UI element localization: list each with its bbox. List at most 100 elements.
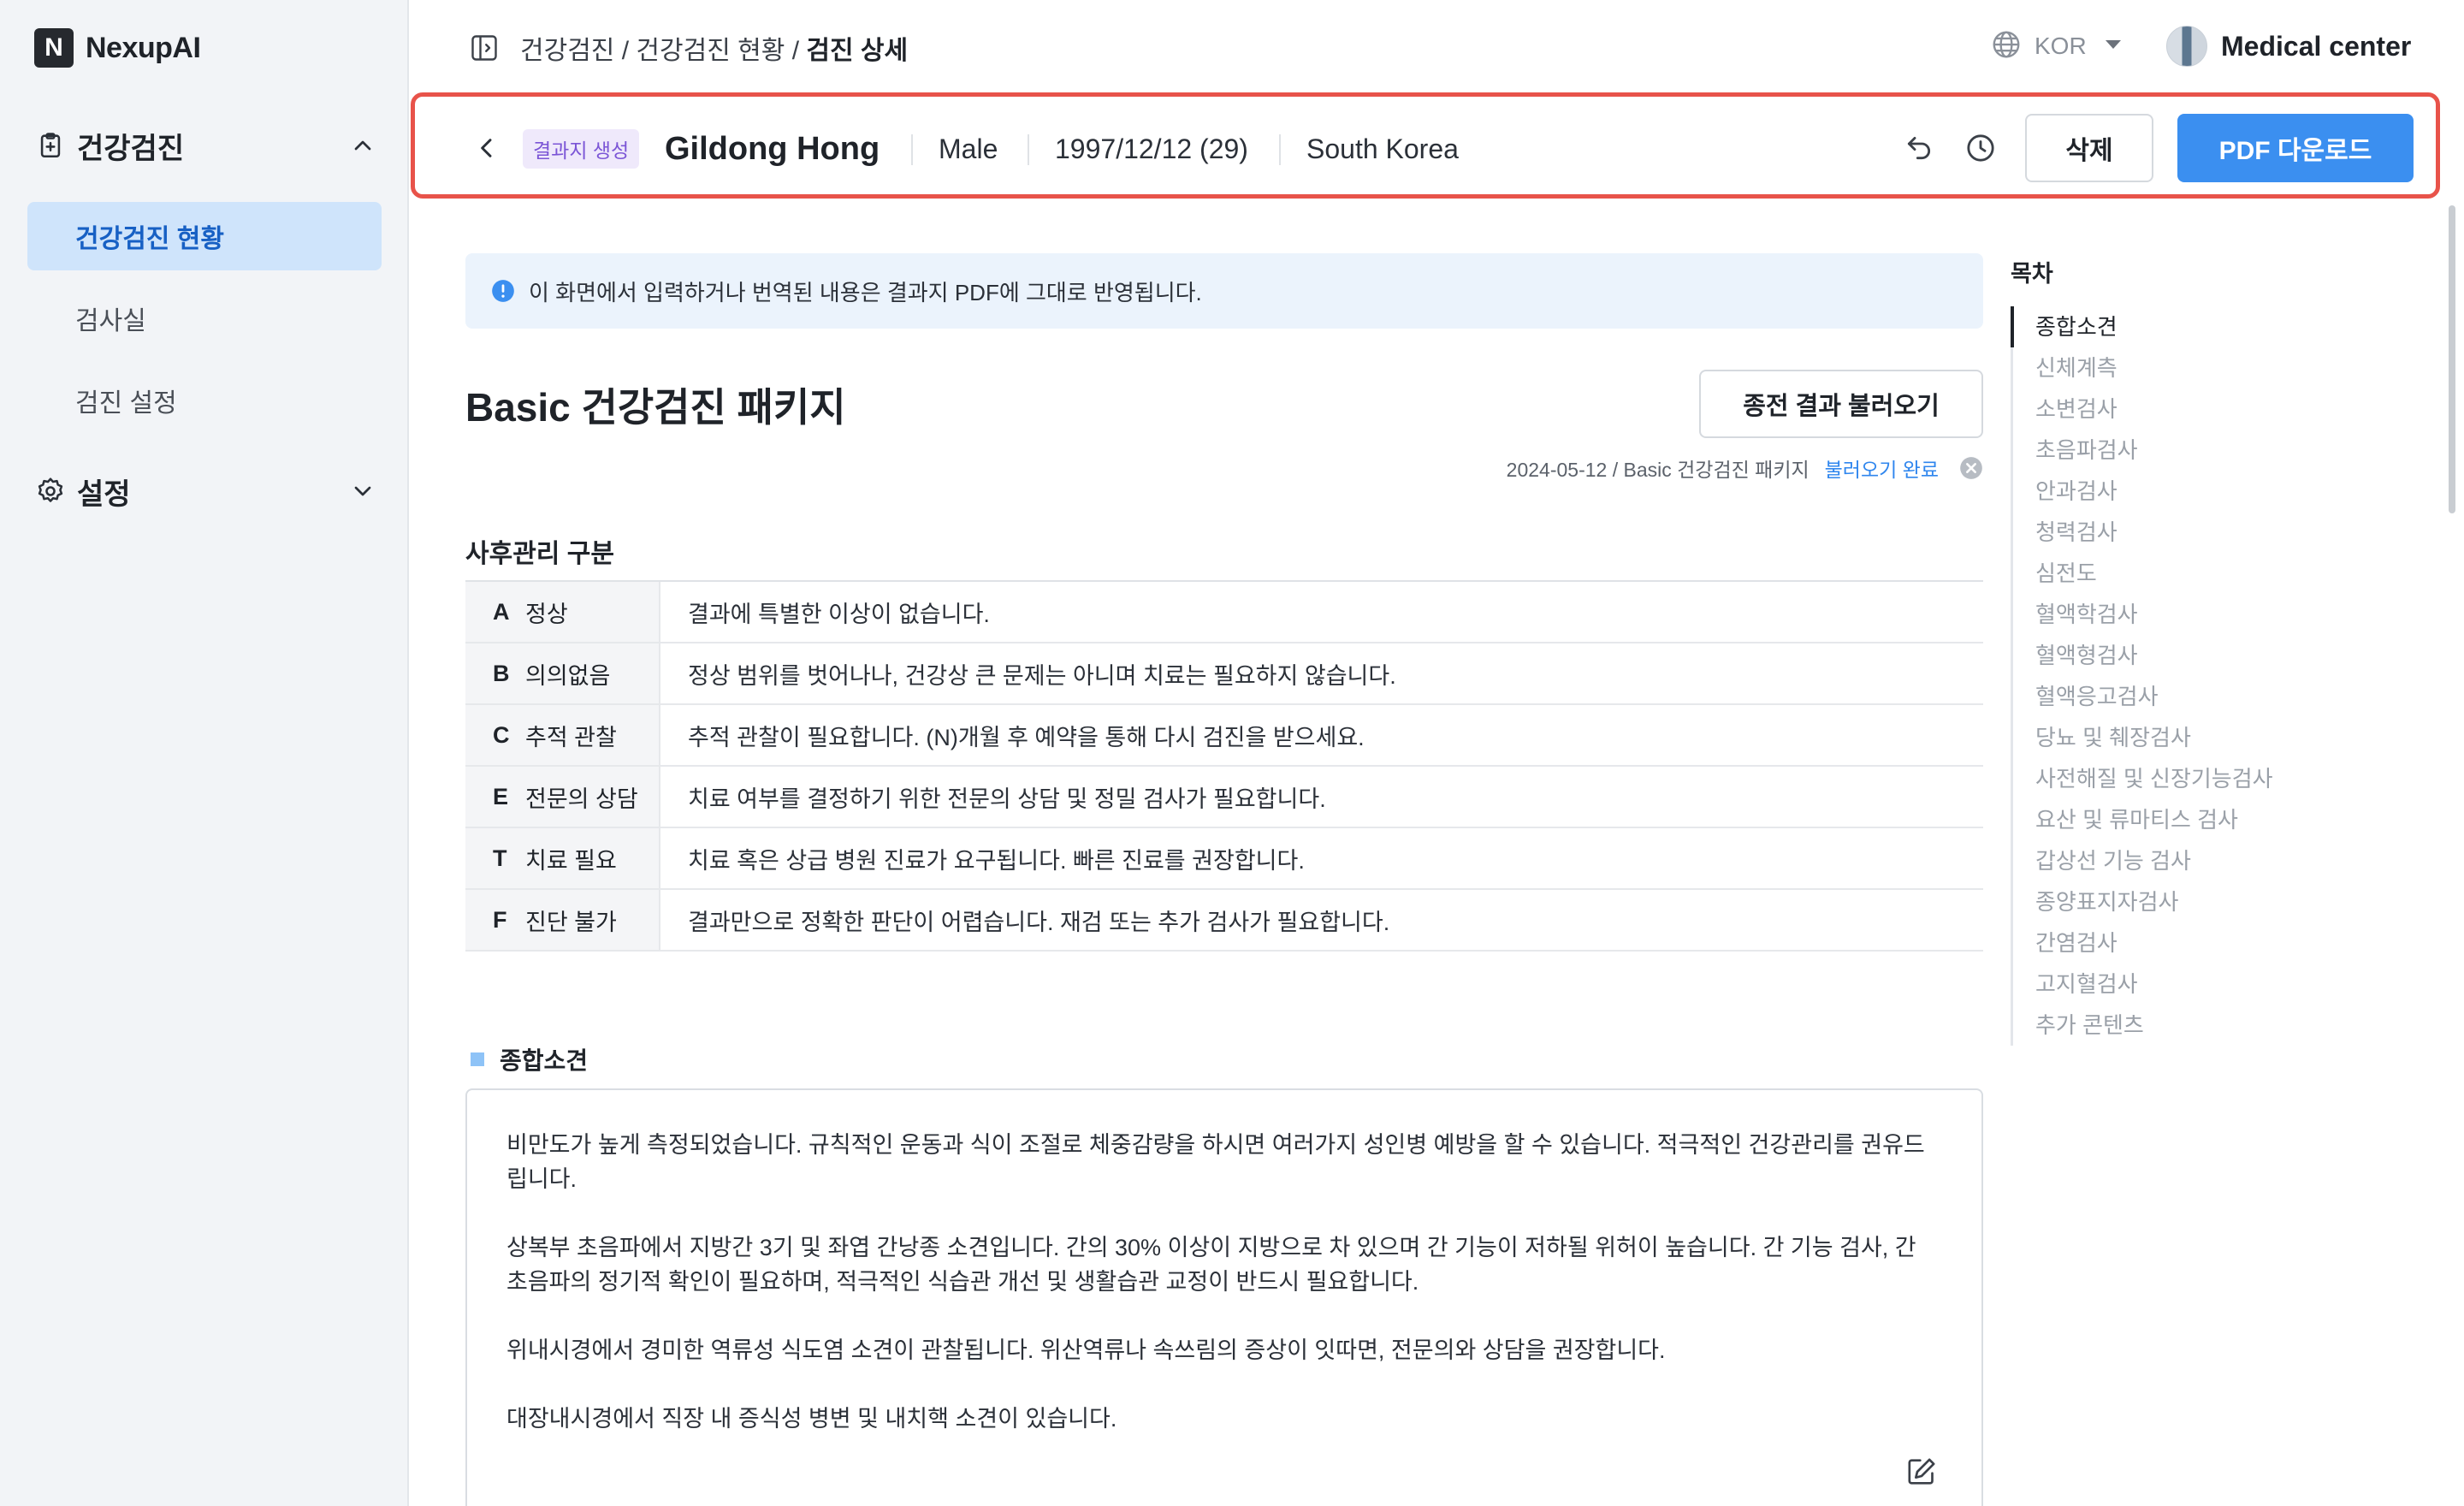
grade-description: 결과만으로 정확한 판단이 어렵습니다. 재검 또는 추가 검사가 필요합니다.	[688, 909, 1390, 935]
globe-icon	[1990, 28, 2023, 65]
package-title: Basic 건강검진 패키지	[465, 385, 846, 430]
grade-name: 전문의 상담	[525, 786, 638, 812]
nav-group-label: 건강검진	[77, 132, 185, 165]
caret-down-icon	[2104, 38, 2123, 56]
sidebar-item-checkup-status[interactable]: 건강검진 현황	[27, 202, 382, 270]
toc-item[interactable]: 신체계측	[2013, 347, 2273, 388]
toc-item[interactable]: 혈액학검사	[2013, 594, 2273, 635]
toc-item[interactable]: 소변검사	[2013, 388, 2273, 430]
table-row: C 추적 관찰 추적 관찰이 필요합니다. (N)개월 후 예약을 통해 다시 검…	[465, 705, 1983, 767]
summary-paragraph: 비만도가 높게 측정되었습니다. 규칙적인 운동과 식이 조절로 체중감량을 하…	[506, 1132, 1925, 1192]
toc-item[interactable]: 고지혈검사	[2013, 963, 2273, 1005]
summary-paragraph: 위내시경에서 경미한 역류성 식도염 소견이 관찰됩니다. 위산역류나 속쓰림의…	[506, 1337, 1666, 1363]
load-info: 2024-05-12 / Basic 건강검진 패키지 불러오기 완료	[1507, 454, 1983, 483]
back-arrow-icon[interactable]	[473, 134, 500, 162]
breadcrumb-item[interactable]: 건강검진 현황	[636, 37, 785, 65]
table-row: T 치료 필요 치료 혹은 상급 병원 진료가 요구됩니다. 빠른 진료를 권장합…	[465, 828, 1983, 890]
language-label: KOR	[2035, 33, 2087, 59]
grade-name: 추적 관찰	[525, 724, 617, 750]
square-marker-icon	[471, 1052, 484, 1066]
grade-name: 진단 불가	[525, 909, 617, 935]
notice-text: 이 화면에서 입력하거나 번역된 내용은 결과지 PDF에 그대로 반영됩니다.	[529, 279, 1202, 305]
grade-key: E 전문의 상담	[465, 767, 660, 827]
grade-description: 치료 여부를 결정하기 위한 전문의 상담 및 정밀 검사가 필요합니다.	[688, 786, 1326, 812]
toc-item[interactable]: 종합소견	[2011, 306, 2273, 347]
toc-item[interactable]: 당뇨 및 췌장검사	[2013, 717, 2273, 758]
toc-item[interactable]: 심전도	[2013, 553, 2273, 594]
grade-description: 추적 관찰이 필요합니다. (N)개월 후 예약을 통해 다시 검진을 받으세요…	[688, 724, 1365, 750]
app-logo[interactable]: N NexupAI	[34, 27, 201, 68]
sidebar: N NexupAI 건강검진 건강검진 현황 검사실 검진 설정 설정	[0, 0, 409, 1506]
user-name: Medical center	[2221, 30, 2412, 62]
patient-birth: 1997/12/12 (29)	[1055, 133, 1248, 164]
toc-item[interactable]: 간염검사	[2013, 922, 2273, 963]
toc-item[interactable]: 요산 및 류마티스 검사	[2013, 799, 2273, 840]
grade-key: C 추적 관찰	[465, 705, 660, 765]
breadcrumb: 건강검진 / 건강검진 현황 / 검진 상세	[520, 29, 908, 67]
clipboard-icon	[34, 129, 67, 162]
load-status: 불러오기 완료	[1824, 459, 1939, 481]
summary-textarea[interactable]: 비만도가 높게 측정되었습니다. 규칙적인 운동과 식이 조절로 체중감량을 하…	[465, 1088, 1983, 1506]
grade-letter: C	[493, 721, 510, 748]
grade-letter: T	[493, 845, 507, 871]
pdf-download-button[interactable]: PDF 다운로드	[2177, 114, 2414, 182]
toc-item[interactable]: 초음파검사	[2013, 430, 2273, 471]
table-row: B 의의없음 정상 범위를 벗어나나, 건강상 큰 문제는 아니며 치료는 필요하…	[465, 643, 1983, 705]
patient-name: Gildong Hong	[665, 131, 880, 167]
user-menu[interactable]: Medical center	[2166, 24, 2411, 68]
sidebar-item-lab[interactable]: 검사실	[27, 284, 382, 353]
grade-table: A 정상 결과에 특별한 이상이 없습니다. B 의의없음 정상 범위를 벗어나나,…	[465, 580, 1983, 952]
divider	[1028, 134, 1029, 165]
grade-letter: A	[493, 598, 510, 625]
toc-item[interactable]: 추가 콘텐츠	[2013, 1005, 2273, 1046]
summary-heading: 종합소견	[471, 1042, 588, 1076]
nav-group-settings[interactable]: 설정	[34, 465, 376, 517]
table-row: A 정상 결과에 특별한 이상이 없습니다.	[465, 582, 1983, 643]
toc-item[interactable]: 종양표지자검사	[2013, 881, 2273, 922]
undo-icon[interactable]	[1902, 131, 1936, 165]
grade-key: F 진단 불가	[465, 890, 660, 950]
scrollbar[interactable]	[2449, 205, 2455, 513]
sidebar-item-checkup-settings[interactable]: 검진 설정	[27, 366, 382, 435]
breadcrumb-separator: /	[614, 37, 637, 65]
clear-circle-icon[interactable]	[1959, 456, 1983, 480]
delete-button[interactable]: 삭제	[2025, 114, 2153, 182]
toc-title: 목차	[2011, 261, 2053, 287]
nav-group-label: 설정	[77, 477, 131, 511]
grade-letter: F	[493, 906, 507, 933]
toc-item[interactable]: 사전해질 및 신장기능검사	[2013, 758, 2273, 799]
logo-mark: N	[34, 28, 74, 68]
grade-key: T 치료 필요	[465, 828, 660, 888]
section-title-grades: 사후관리 구분	[465, 540, 614, 568]
patient-country: South Korea	[1306, 133, 1459, 164]
divider	[911, 134, 913, 165]
grade-letter: B	[493, 660, 510, 686]
avatar	[2166, 26, 2207, 67]
load-info-text: 2024-05-12 / Basic 건강검진 패키지	[1506, 459, 1810, 481]
edit-icon[interactable]	[1904, 1455, 1939, 1489]
patient-header: 결과지 생성 Gildong Hong Male 1997/12/12 (29)…	[411, 92, 2440, 199]
breadcrumb-current: 검진 상세	[806, 37, 909, 65]
toc-item[interactable]: 혈액응고검사	[2013, 676, 2273, 717]
grade-letter: E	[493, 783, 509, 809]
app-name: NexupAI	[86, 31, 201, 64]
toc-item[interactable]: 갑상선 기능 검사	[2013, 840, 2273, 881]
chevron-up-icon	[349, 132, 376, 159]
toc-item[interactable]: 안과검사	[2013, 471, 2273, 512]
table-of-contents: 종합소견 신체계측 소변검사 초음파검사 안과검사 청력검사 심전도 혈액학검사…	[2011, 306, 2273, 1046]
language-selector[interactable]: KOR	[1990, 27, 2123, 65]
status-badge: 결과지 생성	[523, 129, 640, 169]
divider	[1279, 134, 1281, 165]
load-previous-results-button[interactable]: 종전 결과 불러오기	[1699, 370, 1983, 438]
sidebar-toggle-icon[interactable]	[469, 33, 500, 63]
grade-name: 치료 필요	[525, 847, 617, 874]
toc-item[interactable]: 청력검사	[2013, 512, 2273, 553]
grade-description: 치료 혹은 상급 병원 진료가 요구됩니다. 빠른 진료를 권장합니다.	[688, 847, 1305, 874]
history-clock-icon[interactable]	[1964, 131, 1998, 165]
toc-item[interactable]: 혈액형검사	[2013, 635, 2273, 676]
breadcrumb-item[interactable]: 건강검진	[520, 37, 614, 65]
table-row: E 전문의 상담 치료 여부를 결정하기 위한 전문의 상담 및 정밀 검사가 필…	[465, 767, 1983, 828]
summary-title: 종합소견	[500, 1047, 589, 1074]
nav-group-health-checkup[interactable]: 건강검진	[34, 120, 376, 171]
grade-name: 정상	[525, 601, 568, 627]
